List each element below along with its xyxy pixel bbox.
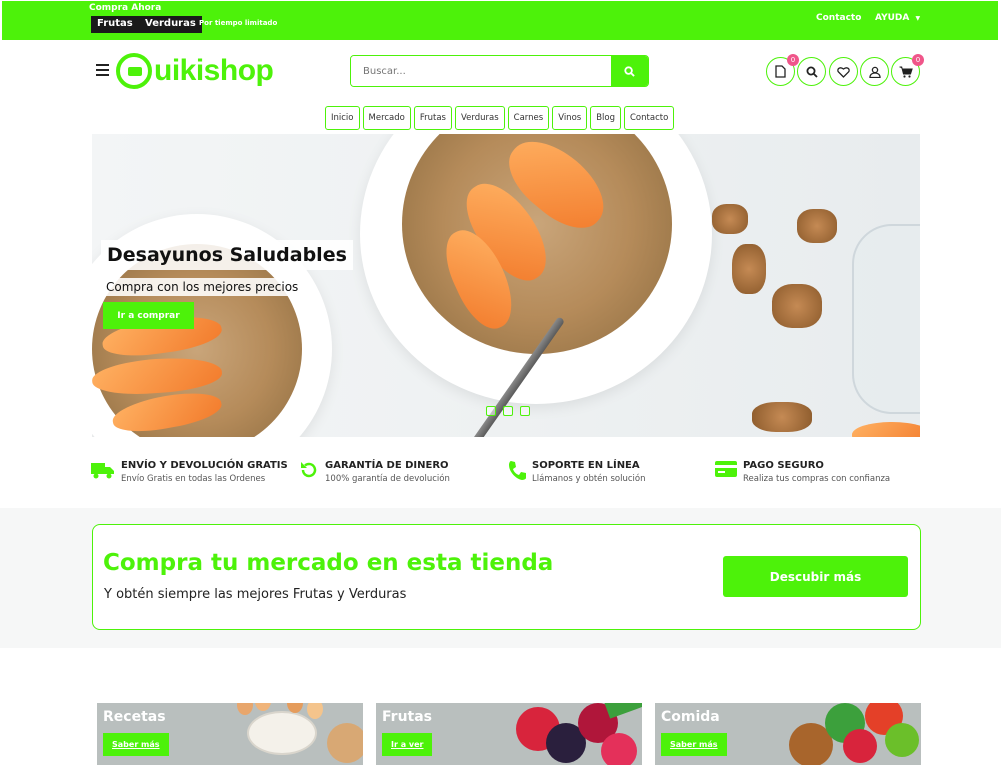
search-icon: [806, 66, 818, 78]
help-label: AYUDA: [875, 13, 910, 23]
promo-tag-frutas[interactable]: Frutas: [91, 16, 139, 33]
fruits-image: [506, 703, 642, 765]
cart-logo-icon: [116, 53, 152, 89]
main-nav: Inicio Mercado Frutas Verduras Carnes Vi…: [325, 106, 675, 130]
feature-payment: PAGO SEGURO Realiza tus compras con conf…: [715, 460, 890, 484]
feature-title: GARANTÍA DE DINERO: [325, 460, 449, 471]
promo-label: Compra Ahora: [89, 3, 162, 13]
promo-band-subtitle: Y obtén siempre las mejores Frutas y Ver…: [104, 587, 407, 602]
nav-item-frutas[interactable]: Frutas: [413, 106, 452, 130]
category-button[interactable]: Ir a ver: [382, 733, 433, 756]
nav-item-mercado[interactable]: Mercado: [362, 106, 411, 130]
recipes-image: [227, 703, 363, 765]
category-button[interactable]: Saber más: [661, 733, 727, 756]
wishlist-button[interactable]: [829, 57, 858, 86]
feature-subtitle: Llámanos y obtén solución: [532, 474, 646, 484]
hero-title: Desayunos Saludables: [101, 240, 353, 270]
hero-subtitle: Compra con los mejores precios: [101, 278, 304, 296]
food-image: [785, 703, 921, 765]
discover-more-button[interactable]: Descubir más: [723, 556, 908, 597]
feature-subtitle: 100% garantía de devolución: [325, 474, 450, 484]
search-button[interactable]: [611, 56, 648, 86]
category-card-recetas[interactable]: Recetas Saber más: [97, 703, 363, 765]
search-bar: [350, 55, 649, 87]
nav-item-inicio[interactable]: Inicio: [325, 106, 360, 130]
promo-tag-verduras[interactable]: Verduras: [139, 16, 202, 33]
truck-icon: [91, 463, 114, 479]
category-button[interactable]: Saber más: [103, 733, 169, 756]
nav-item-verduras[interactable]: Verduras: [454, 106, 505, 130]
phone-icon: [509, 461, 526, 480]
slider-dot-1[interactable]: [486, 406, 496, 416]
feature-subtitle: Realiza tus compras con confianza: [743, 474, 891, 484]
search-input[interactable]: [351, 56, 611, 86]
account-button[interactable]: [860, 57, 889, 86]
feature-title: ENVÍO Y DEVOLUCIÓN GRATIS: [121, 460, 288, 471]
cart-button[interactable]: 0: [891, 54, 924, 86]
nav-item-blog[interactable]: Blog: [590, 106, 621, 130]
feature-subtitle: Envío Gratis en todas las Ordenes: [121, 474, 266, 484]
feature-title: PAGO SEGURO: [743, 460, 824, 471]
category-title: Comida: [661, 709, 720, 725]
heart-icon: [837, 66, 850, 78]
help-menu[interactable]: AYUDA ▼: [875, 13, 920, 23]
feature-shipping: ENVÍO Y DEVOLUCIÓN GRATIS Envío Gratis e…: [91, 460, 288, 484]
chevron-down-icon: ▼: [915, 15, 921, 22]
feature-title: SOPORTE EN LÍNEA: [532, 460, 640, 471]
category-title: Recetas: [103, 709, 166, 725]
cart-icon: [899, 66, 913, 78]
documents-badge: 0: [787, 54, 799, 66]
nav-item-contacto[interactable]: Contacto: [624, 106, 675, 130]
feature-support: SOPORTE EN LÍNEA Llámanos y obtén soluci…: [508, 460, 646, 484]
document-icon: [775, 65, 786, 78]
credit-card-icon: [715, 461, 737, 477]
search-icon: [624, 65, 635, 77]
category-card-frutas[interactable]: Frutas Ir a ver: [376, 703, 642, 765]
refresh-icon: [301, 462, 317, 478]
promo-note: Por tiempo limitado: [199, 19, 278, 27]
logo-text: uikishop: [154, 54, 274, 87]
promo-band-title: Compra tu mercado en esta tienda: [103, 550, 554, 576]
hamburger-menu-icon[interactable]: [96, 64, 109, 79]
contact-link[interactable]: Contacto: [816, 13, 861, 23]
cart-badge: 0: [912, 54, 924, 66]
header-search-button[interactable]: [797, 57, 826, 86]
nav-item-carnes[interactable]: Carnes: [507, 106, 550, 130]
nav-item-vinos[interactable]: Vinos: [552, 106, 588, 130]
slider-dot-2[interactable]: [503, 406, 513, 416]
slider-dot-3[interactable]: [520, 406, 530, 416]
feature-guarantee: GARANTÍA DE DINERO 100% garantía de devo…: [299, 460, 450, 484]
documents-button[interactable]: 0: [766, 54, 799, 86]
category-title: Frutas: [382, 709, 433, 725]
logo[interactable]: uikishop: [116, 52, 274, 90]
hero-cta-button[interactable]: Ir a comprar: [103, 302, 194, 329]
category-card-comida[interactable]: Comida Saber más: [655, 703, 921, 765]
user-icon: [868, 66, 881, 78]
